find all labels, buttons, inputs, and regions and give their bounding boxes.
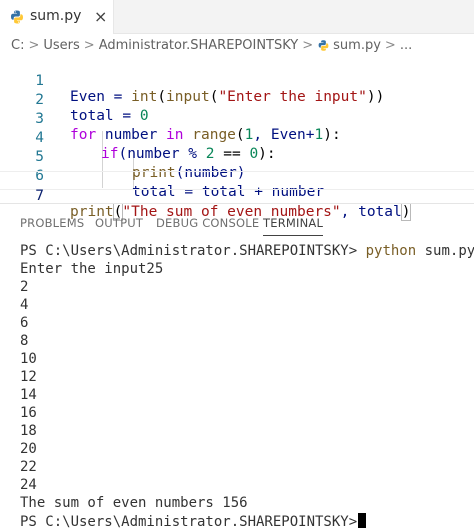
terminal-prompt: PS C:\Users\Administrator.SHAREPOINTSKY> [20,514,358,530]
terminal-output-line: 24 [20,477,37,493]
python-file-icon [317,39,330,52]
tab-debug-console[interactable]: DEBUG CONSOLE [156,216,259,230]
breadcrumb: C: > Users > Administrator.SHAREPOINTSKY > sum… [11,38,412,56]
terminal-output-line: 4 [20,297,29,313]
terminal-final-prompt-line[interactable]: PS C:\Users\Administrator.SHAREPOINTSKY> [20,513,367,531]
terminal-output-line: 2 [20,279,29,295]
terminal-command: python [365,243,417,259]
breadcrumb-item-drive[interactable]: C: [11,38,24,53]
line-number: 7 [35,188,44,204]
breadcrumb-item-more[interactable]: ... [400,38,412,53]
terminal-command-arg: sum.py [424,243,474,259]
terminal-output-line: 20 [20,441,37,457]
code-line-6: 6 total = total + number [0,152,474,200]
code-line-2: 2 total = 0 [0,76,474,124]
tab-sum-py[interactable]: sum.py × [0,0,114,34]
terminal-prompt: PS C:\Users\Administrator.SHAREPOINTSKY> [20,243,358,259]
chevron-right-icon: > [302,38,314,53]
panel-tabs: PROBLEMS OUTPUT DEBUG CONSOLE TERMINAL [0,216,474,238]
terminal-output-line: 14 [20,387,37,403]
code-line-4: 4 if(number % 2 == 0): [0,114,474,162]
terminal-output-line: 8 [20,333,29,349]
panel-divider [0,203,474,204]
python-file-icon [9,9,25,25]
code-line-3: 3 for number in range(1, Even+1): [0,95,474,143]
code-line-7: 7 print("The sum of even numbers", total… [0,171,474,221]
code-line-1: 1 Even = int(input("Enter the input")) [0,57,474,105]
chevron-right-icon: > [28,38,40,53]
chevron-right-icon: > [83,38,95,53]
terminal-cursor [358,513,367,528]
terminal-output-line: 12 [20,369,37,385]
terminal-result-line: The sum of even numbers 156 [20,495,248,511]
editor-tab-bar: sum.py × [0,0,474,34]
code-line-5: 5 print(number) [0,133,474,181]
terminal-command-line: PS C:\Users\Administrator.SHAREPOINTSKY>… [20,243,474,261]
terminal-output-line: 6 [20,315,29,331]
close-icon[interactable]: × [94,7,107,26]
breadcrumb-item-file[interactable]: sum.py [333,38,381,53]
tab-problems[interactable]: PROBLEMS [20,216,84,230]
terminal-output-line: 18 [20,423,37,439]
code-editor[interactable]: 1 Even = int(input("Enter the input")) 2… [0,55,474,221]
terminal-output-line: 16 [20,405,37,421]
tab-terminal[interactable]: TERMINAL [263,216,324,236]
terminal-output-line: 22 [20,459,37,475]
terminal[interactable]: PS C:\Users\Administrator.SHAREPOINTSKY>… [20,243,474,530]
tab-output[interactable]: OUTPUT [95,216,143,230]
terminal-output-line: 10 [20,351,37,367]
tab-label: sum.py [30,8,82,24]
breadcrumb-item-admin[interactable]: Administrator.SHAREPOINTSKY [99,38,299,53]
breadcrumb-item-users[interactable]: Users [43,38,79,53]
chevron-right-icon: > [384,38,396,53]
terminal-input-line: Enter the input25 [20,261,164,277]
